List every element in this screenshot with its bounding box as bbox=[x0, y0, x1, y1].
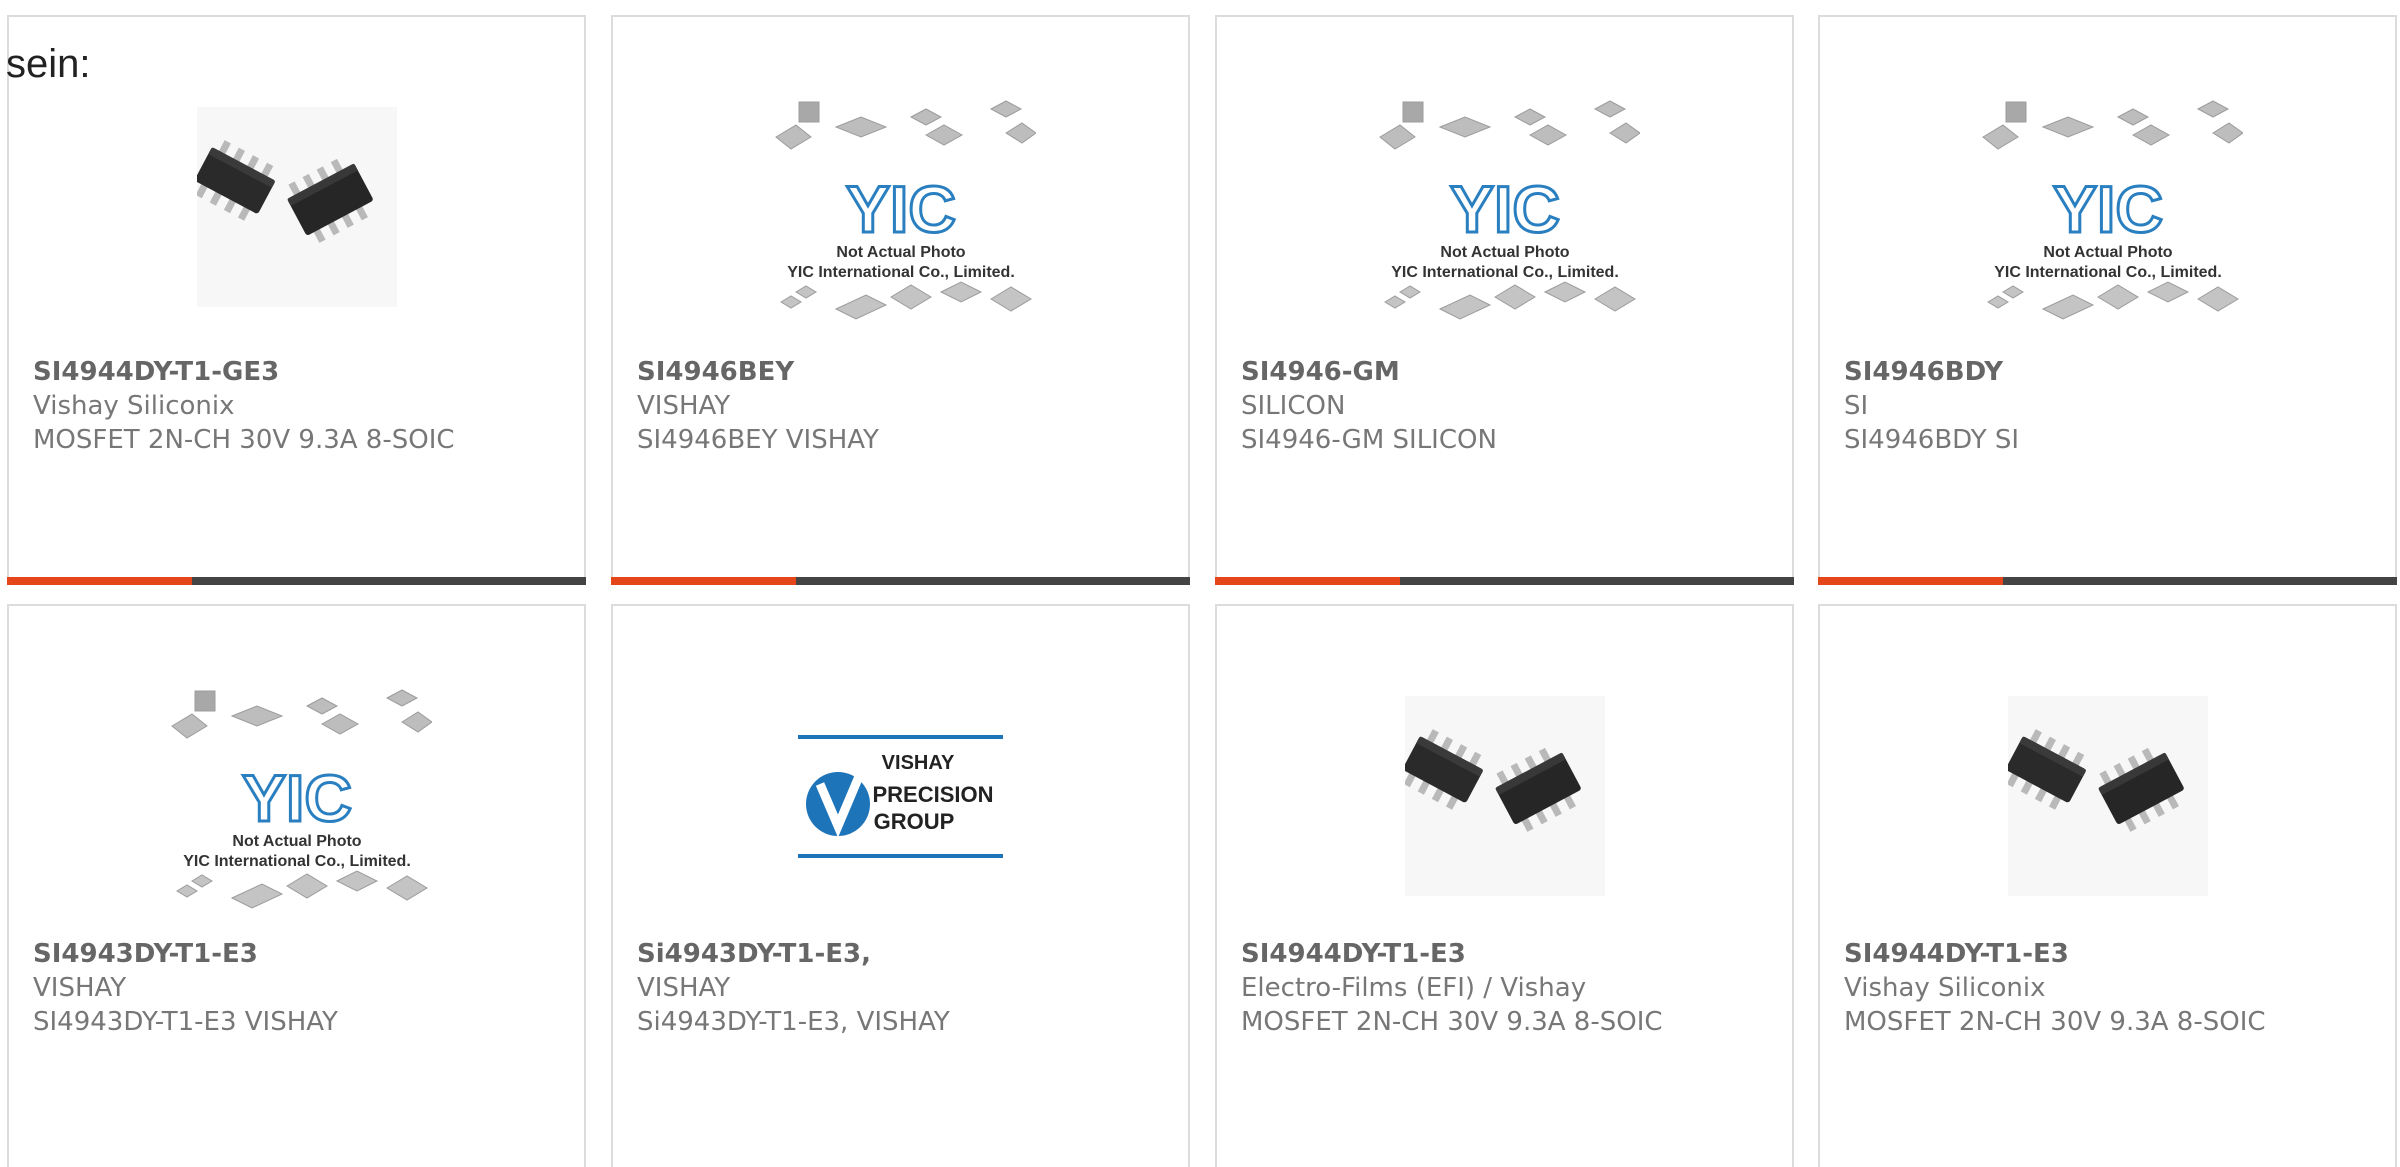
yic-logo: YIC bbox=[1449, 172, 1559, 246]
vishay-precision-logo: VISHAY PRECISION GROUP bbox=[798, 733, 1003, 859]
svg-text:YIC International Co., Limited: YIC International Co., Limited. bbox=[1391, 264, 1619, 281]
product-card[interactable]: YIC Not Actual Photo YIC International C… bbox=[611, 15, 1190, 585]
part-number[interactable]: SI4943DY-T1-E3 bbox=[33, 937, 574, 971]
yic-placeholder-image: YIC Not Actual Photo YIC International C… bbox=[774, 100, 1036, 320]
manufacturer: Electro-Films (EFI) / Vishay bbox=[1241, 973, 1587, 1003]
card-accent-bar bbox=[7, 577, 586, 585]
svg-text:Not Actual Photo: Not Actual Photo bbox=[2043, 244, 2172, 261]
card-accent-bar bbox=[611, 577, 1190, 585]
svg-text:VISHAY: VISHAY bbox=[882, 752, 955, 774]
product-card[interactable]: SI4944DY-T1-GE3 Vishay Siliconix MOSFET … bbox=[7, 15, 586, 585]
yic-placeholder-image: YIC Not Actual Photo YIC International C… bbox=[170, 689, 432, 909]
yic-logo: YIC bbox=[241, 761, 351, 835]
description: MOSFET 2N-CH 30V 9.3A 8-SOIC bbox=[33, 425, 455, 455]
yic-logo: YIC bbox=[845, 172, 955, 246]
svg-text:Not Actual Photo: Not Actual Photo bbox=[836, 244, 965, 261]
soic8-chip-icon bbox=[2007, 696, 2208, 896]
intro-text: sein: bbox=[6, 42, 91, 86]
svg-text:Not Actual Photo: Not Actual Photo bbox=[232, 833, 361, 850]
product-image[interactable]: YIC Not Actual Photo YIC International C… bbox=[9, 651, 584, 941]
part-number[interactable]: SI4946BDY bbox=[1844, 355, 2385, 389]
yic-placeholder-image: YIC Not Actual Photo YIC International C… bbox=[1981, 100, 2243, 320]
product-card[interactable]: YIC Not Actual Photo YIC International C… bbox=[1215, 15, 1794, 585]
description: MOSFET 2N-CH 30V 9.3A 8-SOIC bbox=[1241, 1007, 1663, 1037]
product-card[interactable]: VISHAY PRECISION GROUP Si4943DY-T1-E3, V… bbox=[611, 604, 1190, 1167]
part-number[interactable]: SI4944DY-T1-E3 bbox=[1844, 937, 2385, 971]
manufacturer: Vishay Siliconix bbox=[33, 391, 235, 421]
soic8-chip-icon bbox=[196, 107, 397, 307]
yic-placeholder-image: YIC Not Actual Photo YIC International C… bbox=[1378, 100, 1640, 320]
product-card[interactable]: YIC Not Actual Photo YIC International C… bbox=[1818, 15, 2397, 585]
product-card[interactable]: SI4944DY-T1-E3 Electro-Films (EFI) / Vis… bbox=[1215, 604, 1794, 1167]
svg-text:PRECISION: PRECISION bbox=[872, 782, 993, 807]
description: SI4946-GM SILICON bbox=[1241, 425, 1497, 455]
product-image[interactable] bbox=[1820, 651, 2395, 941]
product-image[interactable] bbox=[9, 62, 584, 352]
yic-logo: YIC bbox=[2052, 172, 2162, 246]
card-accent-bar bbox=[1818, 577, 2397, 585]
svg-text:YIC International Co., Limited: YIC International Co., Limited. bbox=[1994, 264, 2222, 281]
manufacturer: VISHAY bbox=[637, 973, 731, 1003]
description: SI4946BDY SI bbox=[1844, 425, 2020, 455]
description: Si4943DY-T1-E3, VISHAY bbox=[637, 1007, 950, 1037]
description: SI4943DY-T1-E3 VISHAY bbox=[33, 1007, 338, 1037]
part-number[interactable]: SI4944DY-T1-GE3 bbox=[33, 355, 574, 389]
product-card[interactable]: YIC Not Actual Photo YIC International C… bbox=[7, 604, 586, 1167]
product-image[interactable]: VISHAY PRECISION GROUP bbox=[613, 651, 1188, 941]
manufacturer: VISHAY bbox=[637, 391, 731, 421]
manufacturer: VISHAY bbox=[33, 973, 127, 1003]
svg-text:YIC International Co., Limited: YIC International Co., Limited. bbox=[787, 264, 1015, 281]
manufacturer: Vishay Siliconix bbox=[1844, 973, 2046, 1003]
description: SI4946BEY VISHAY bbox=[637, 425, 879, 455]
product-image[interactable]: YIC Not Actual Photo YIC International C… bbox=[1217, 62, 1792, 352]
product-image[interactable] bbox=[1217, 651, 1792, 941]
part-number[interactable]: Si4943DY-T1-E3, bbox=[637, 937, 1178, 971]
description: MOSFET 2N-CH 30V 9.3A 8-SOIC bbox=[1844, 1007, 2266, 1037]
svg-text:YIC International Co., Limited: YIC International Co., Limited. bbox=[183, 853, 411, 870]
product-image[interactable]: YIC Not Actual Photo YIC International C… bbox=[1820, 62, 2395, 352]
part-number[interactable]: SI4944DY-T1-E3 bbox=[1241, 937, 1782, 971]
svg-text:GROUP: GROUP bbox=[874, 809, 955, 834]
manufacturer: SI bbox=[1844, 391, 1869, 421]
manufacturer: SILICON bbox=[1241, 391, 1346, 421]
part-number[interactable]: SI4946BEY bbox=[637, 355, 1178, 389]
soic8-chip-icon bbox=[1404, 696, 1605, 896]
part-number[interactable]: SI4946-GM bbox=[1241, 355, 1782, 389]
product-card[interactable]: SI4944DY-T1-E3 Vishay Siliconix MOSFET 2… bbox=[1818, 604, 2397, 1167]
card-accent-bar bbox=[1215, 577, 1794, 585]
svg-text:Not Actual Photo: Not Actual Photo bbox=[1440, 244, 1569, 261]
product-image[interactable]: YIC Not Actual Photo YIC International C… bbox=[613, 62, 1188, 352]
